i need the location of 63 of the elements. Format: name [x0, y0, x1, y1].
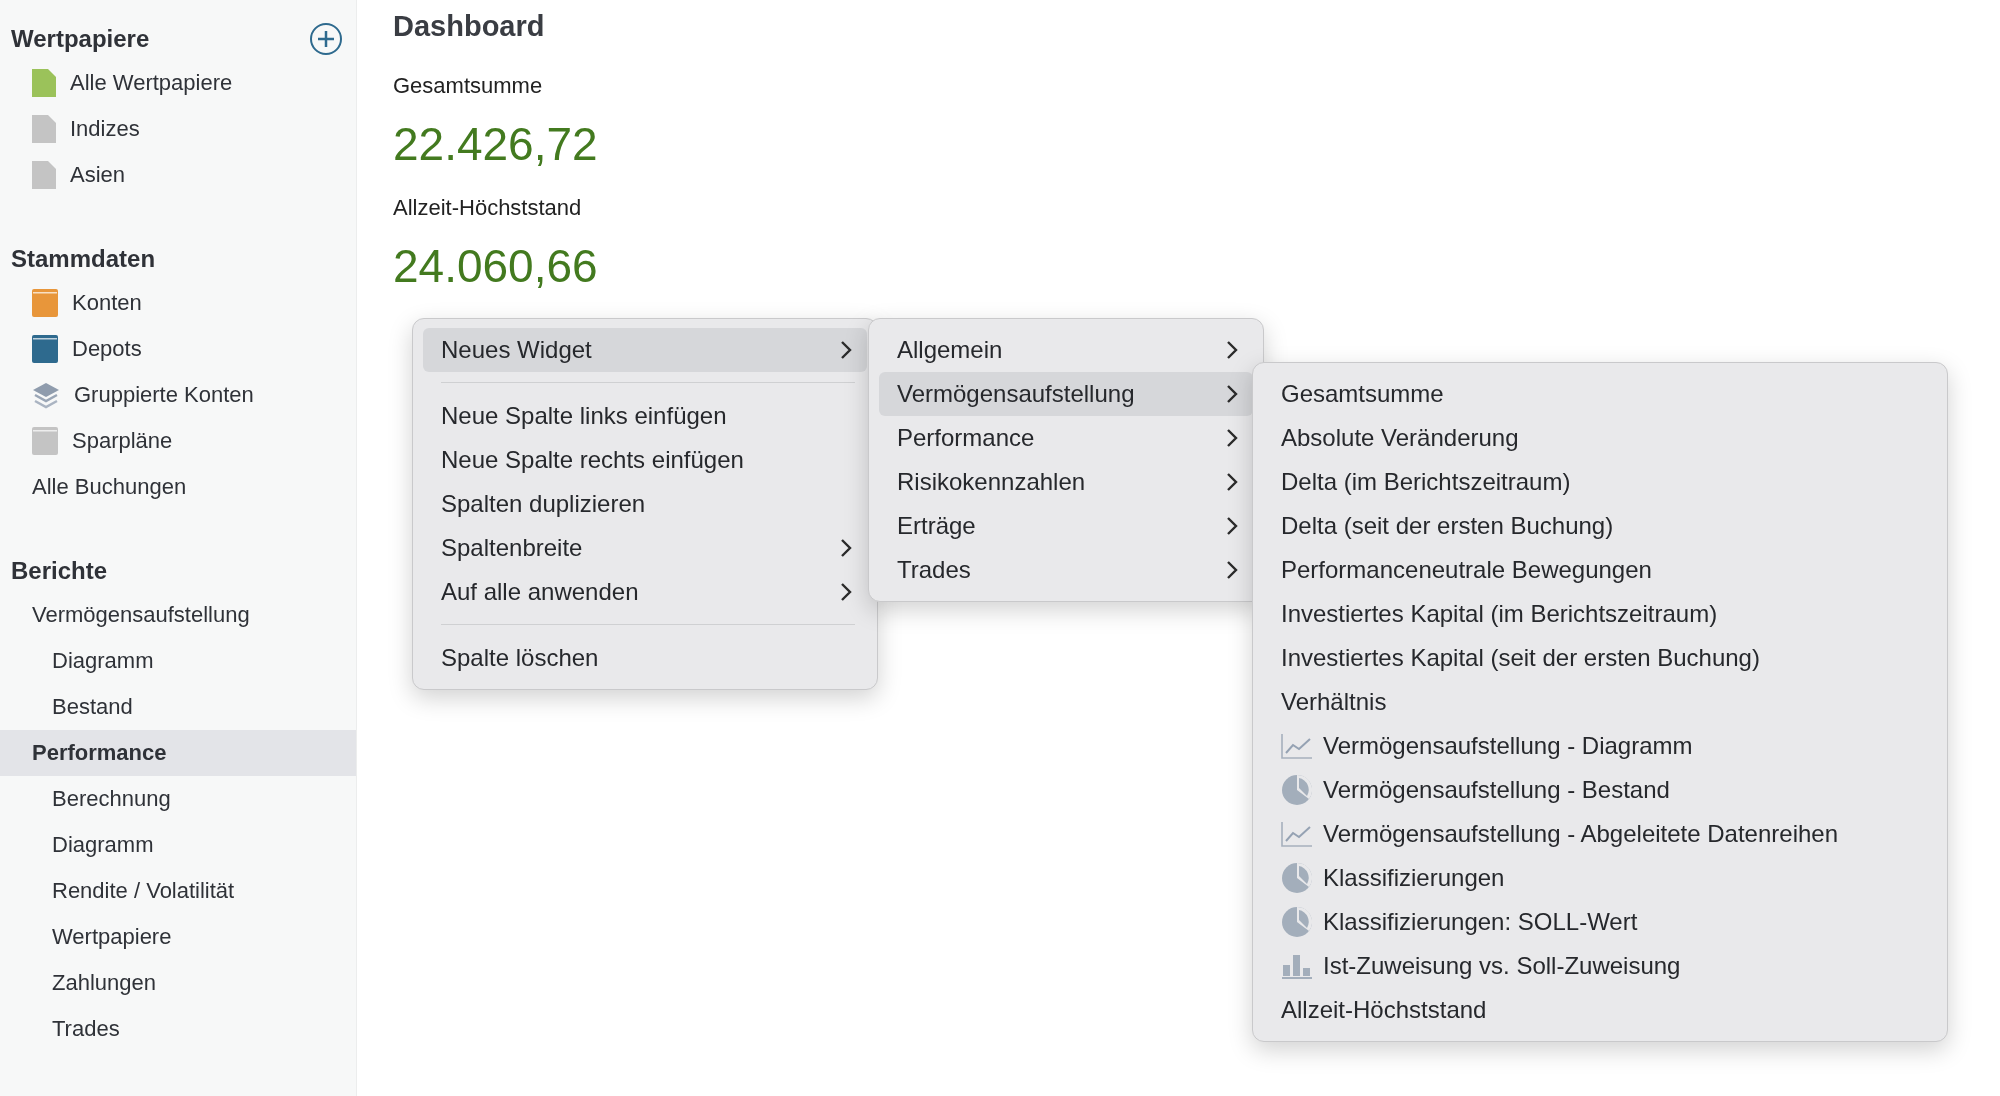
menu-item[interactable]: Erträge [879, 504, 1253, 548]
menu-item[interactable]: Vermögensaufstellung - Abgeleitete Datenreihen [1263, 812, 1937, 856]
sidebar-item[interactable]: Rendite / Volatilität [0, 868, 356, 914]
menu-item[interactable]: Neue Spalte rechts einfügen [423, 438, 867, 482]
add-button[interactable] [310, 23, 342, 55]
widget-value: 24.060,66 [393, 239, 599, 293]
bar-chart-icon [1281, 953, 1313, 979]
menu-item[interactable]: Allgemein [879, 328, 1253, 372]
sidebar-item[interactable]: Gruppierte Konten [0, 372, 356, 418]
section-title: Stammdaten [11, 245, 156, 273]
sidebar-item[interactable]: Sparpläne [0, 418, 356, 464]
menu-item[interactable]: Delta (im Berichtszeitraum) [1263, 460, 1937, 504]
sidebar-item[interactable]: Performance [0, 730, 356, 776]
line-chart-icon [1281, 733, 1313, 759]
pie-chart-icon [1281, 774, 1313, 806]
menu-item[interactable]: Vermögensaufstellung - Diagramm [1263, 724, 1937, 768]
widget-label: Gesamtsumme [393, 73, 544, 99]
menu-item[interactable]: Delta (seit der ersten Buchung) [1263, 504, 1937, 548]
sidebar-item[interactable]: Bestand [0, 684, 356, 730]
plus-icon [318, 31, 334, 47]
menu-item[interactable]: Spalten duplizieren [423, 482, 867, 526]
menu-item[interactable]: Investiertes Kapital (seit der ersten Buchung) [1263, 636, 1937, 680]
section-title: Berichte [11, 557, 108, 585]
section-title: Wertpapiere [11, 25, 150, 53]
sidebar-item[interactable]: Konten [0, 280, 356, 326]
menu-item[interactable]: Performance [879, 416, 1253, 460]
sidebar-item[interactable]: Berechnung [0, 776, 356, 822]
menu-item[interactable]: Vermögensaufstellung - Bestand [1263, 768, 1937, 812]
menu-item[interactable]: Neues Widget [423, 328, 867, 372]
sidebar-item[interactable]: Zahlungen [0, 960, 356, 1006]
menu-item[interactable]: Auf alle anwenden [423, 570, 867, 614]
sidebar-item[interactable]: Vermögensaufstellung [0, 592, 356, 638]
sidebar-item[interactable]: Depots [0, 326, 356, 372]
menu-item[interactable]: Allzeit-Höchststand [1263, 988, 1937, 1032]
pie-chart-icon [1281, 906, 1313, 938]
sidebar-item[interactable]: Alle Wertpapiere [0, 60, 356, 106]
widget-value: 22.426,72 [393, 117, 599, 171]
sidebar-item[interactable]: Asien [0, 152, 356, 198]
menu-item[interactable]: Klassifizierungen: SOLL-Wert [1263, 900, 1937, 944]
pie-chart-icon [1281, 862, 1313, 894]
menu-item[interactable]: Spaltenbreite [423, 526, 867, 570]
layers-icon [32, 381, 60, 409]
sidebar-item[interactable]: Diagramm [0, 822, 356, 868]
menu-item[interactable]: Neue Spalte links einfügen [423, 394, 867, 438]
menu-item[interactable]: Verhältnis [1263, 680, 1937, 724]
menu-item[interactable]: Absolute Veränderung [1263, 416, 1937, 460]
menu-item[interactable]: Performanceneutrale Bewegungen [1263, 548, 1937, 592]
sidebar-item[interactable]: Alle Buchungen [0, 464, 356, 510]
menu-item[interactable]: Trades [879, 548, 1253, 592]
sidebar-item[interactable]: Wertpapiere [0, 914, 356, 960]
sidebar-item[interactable]: Indizes [0, 106, 356, 152]
menu-item[interactable]: Vermögensaufstellung [879, 372, 1253, 416]
line-chart-icon [1281, 821, 1313, 847]
menu-item[interactable]: Risikokennzahlen [879, 460, 1253, 504]
widget-label: Allzeit-Höchststand [393, 195, 583, 221]
page-title: Dashboard [393, 10, 546, 43]
sidebar-item[interactable]: Trades [0, 1006, 356, 1052]
menu-item[interactable]: Klassifizierungen [1263, 856, 1937, 900]
menu-item[interactable]: Spalte löschen [423, 636, 867, 680]
menu-item[interactable]: Investiertes Kapital (im Berichtszeitraum) [1263, 592, 1937, 636]
menu-item[interactable]: Gesamtsumme [1263, 372, 1937, 416]
menu-item[interactable]: Ist-Zuweisung vs. Soll-Zuweisung [1263, 944, 1937, 988]
sidebar-item[interactable]: Diagramm [0, 638, 356, 684]
